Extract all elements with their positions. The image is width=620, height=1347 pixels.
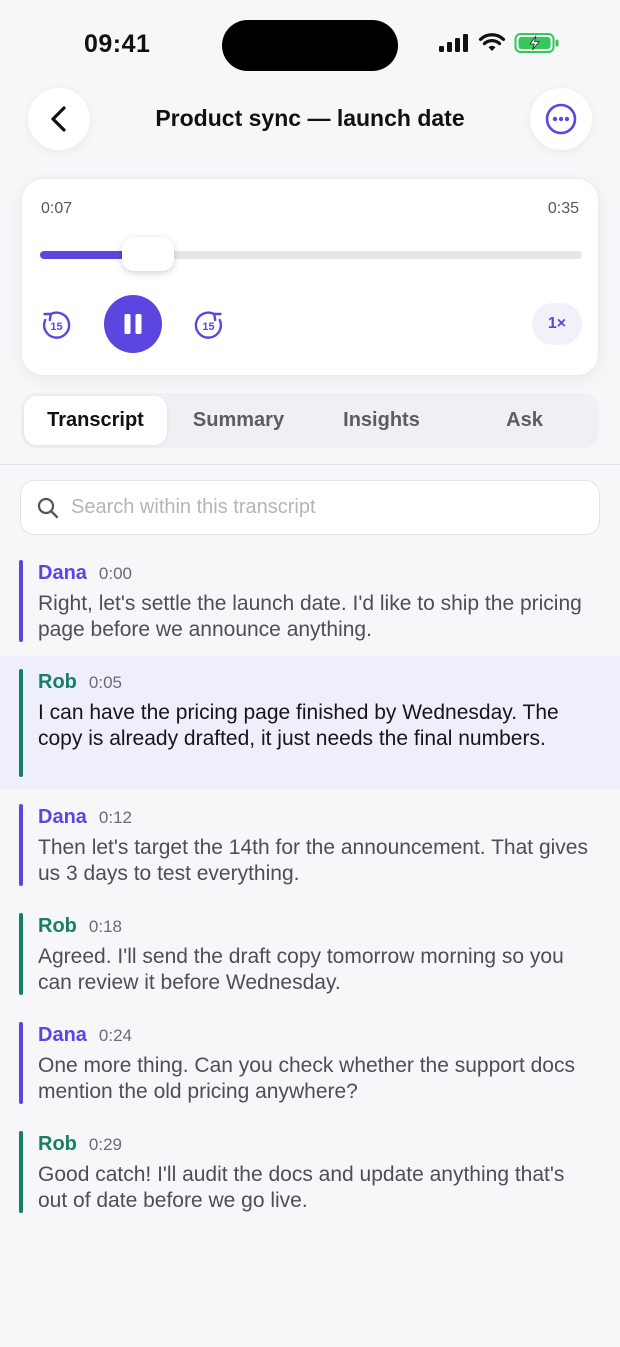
elapsed-time: 0:07: [41, 200, 73, 217]
speaker-color-bar: [19, 804, 23, 886]
speaker-color-bar: [19, 1022, 23, 1104]
segment-header: Dana 0:12: [38, 806, 132, 829]
search-icon: [37, 497, 59, 519]
status-icons: [438, 32, 560, 54]
segment-header: Rob 0:05: [38, 671, 122, 694]
chevron-left-icon: [51, 106, 66, 132]
tab-transcript[interactable]: Transcript: [24, 396, 167, 445]
speaker-color-bar: [19, 1131, 23, 1213]
transcript-segment[interactable]: Dana 0:24 One more thing. Can you check …: [0, 1020, 620, 1110]
segment-header: Rob 0:18: [38, 915, 122, 938]
tab-ask[interactable]: Ask: [453, 396, 596, 445]
timestamp: 0:05: [88, 673, 122, 692]
skip-forward-15-button[interactable]: 15: [193, 309, 225, 341]
segment-text: Right, let's settle the launch date. I'd…: [38, 592, 582, 641]
transcript-segment[interactable]: Rob 0:18 Agreed. I'll send the draft cop…: [0, 911, 620, 1001]
transcript-segment-active[interactable]: Rob 0:05 I can have the pricing page fin…: [0, 656, 620, 790]
skip-back-15-button[interactable]: 15: [40, 309, 72, 341]
status-bar: 09:41: [0, 0, 620, 90]
pause-button[interactable]: [104, 295, 162, 353]
rewind-15-icon: 15: [42, 311, 71, 339]
speaker-color-bar: [19, 913, 23, 995]
transcript-search: [20, 480, 600, 535]
dynamic-island: [222, 20, 398, 71]
speaker-name: Dana: [38, 806, 87, 828]
speaker-color-bar: [19, 560, 23, 642]
scrubber-handle[interactable]: [122, 237, 174, 271]
timestamp: 0:29: [88, 1135, 122, 1154]
segment-text: I can have the pricing page finished by …: [38, 701, 559, 750]
skip-back-label: 15: [50, 321, 62, 333]
timestamp: 0:12: [98, 808, 132, 827]
pause-icon: [124, 314, 142, 334]
segment-text: Good catch! I'll audit the docs and upda…: [38, 1163, 565, 1212]
speaker-name: Rob: [38, 671, 77, 693]
segment-text: One more thing. Can you check whether th…: [38, 1054, 575, 1103]
transcript-segment[interactable]: Dana 0:00 Right, let's settle the launch…: [0, 558, 620, 648]
forward-15-icon: 15: [194, 311, 223, 339]
transcript-segment[interactable]: Rob 0:29 Good catch! I'll audit the docs…: [0, 1129, 620, 1219]
speaker-color-bar: [19, 669, 23, 777]
divider: [0, 464, 620, 465]
tab-insights[interactable]: Insights: [310, 396, 453, 445]
timestamp: 0:00: [98, 564, 132, 583]
skip-forward-label: 15: [202, 321, 214, 333]
speaker-name: Dana: [38, 1024, 87, 1046]
view-tabs: Transcript Summary Insights Ask: [21, 393, 599, 448]
more-icon: [545, 103, 577, 135]
audio-player: 0:07 0:35 15 15 1×: [21, 178, 599, 376]
back-button[interactable]: [28, 88, 90, 150]
segment-text: Agreed. I'll send the draft copy tomorro…: [38, 945, 564, 994]
more-options-button[interactable]: [530, 88, 592, 150]
timestamp: 0:24: [98, 1026, 132, 1045]
signal-icon: [439, 34, 468, 52]
timestamp: 0:18: [88, 917, 122, 936]
segment-text: Then let's target the 14th for the annou…: [38, 836, 588, 885]
segment-header: Dana 0:24: [38, 1024, 132, 1047]
tab-summary[interactable]: Summary: [167, 396, 310, 445]
segment-header: Dana 0:00: [38, 562, 132, 585]
speaker-name: Rob: [38, 915, 77, 937]
speaker-name: Rob: [38, 1133, 77, 1155]
total-time: 0:35: [547, 200, 579, 217]
playback-speed-button[interactable]: 1×: [532, 303, 582, 345]
page-title: Product sync — launch date: [155, 105, 465, 131]
header: Product sync — launch date: [0, 88, 620, 150]
wifi-icon: [478, 33, 506, 51]
battery-icon: [514, 33, 559, 53]
transcript-segment[interactable]: Dana 0:12 Then let's target the 14th for…: [0, 802, 620, 892]
speaker-name: Dana: [38, 562, 87, 584]
status-time: 09:41: [84, 30, 151, 58]
segment-header: Rob 0:29: [38, 1133, 122, 1156]
search-input[interactable]: [71, 481, 581, 534]
